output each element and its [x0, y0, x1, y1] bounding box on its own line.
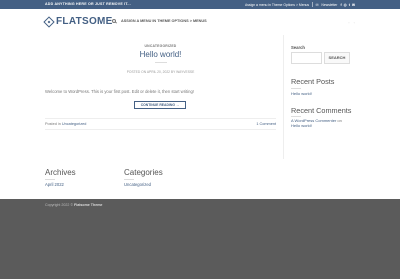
post-meta: POSTED ON APRIL 20, 2022 BY WAYVESSE: [126, 70, 195, 74]
categories-link[interactable]: Uncategorized: [124, 182, 151, 187]
widget-divider: [291, 88, 301, 89]
widget-divider: [291, 116, 301, 117]
sidebar-divider: [283, 35, 284, 159]
search-input[interactable]: [291, 52, 322, 64]
copyright-brand-link[interactable]: Flatsome Theme: [74, 203, 102, 207]
post-footer: Posted in Uncategorized 1 Comment: [45, 118, 276, 130]
top-bar-menu-hint[interactable]: Assign a menu in Theme Options > Menus: [245, 3, 309, 7]
email-icon[interactable]: ✉: [352, 3, 355, 7]
site-logo[interactable]: FLATSOME: [43, 15, 113, 28]
envelope-icon: ✉: [315, 2, 319, 7]
twitter-icon[interactable]: t: [349, 3, 350, 7]
logo-text: FLATSOME: [56, 16, 113, 27]
site-footer: Copyright 2022 © Flatsome Theme: [0, 199, 400, 279]
posted-in: Posted in Uncategorized: [45, 122, 86, 126]
social-icons: f ◎ t ✉: [340, 3, 355, 7]
recent-comments-title: Recent Comments: [291, 106, 352, 115]
divider: [312, 2, 313, 7]
nav-menu-hint[interactable]: ASSIGN A MENU IN THEME OPTIONS > MENUS: [121, 19, 207, 23]
recent-post-link[interactable]: Hello world!: [291, 91, 312, 96]
search-icon[interactable]: [112, 19, 116, 23]
search-label: Search: [291, 45, 305, 50]
title-divider: [155, 62, 167, 63]
facebook-icon[interactable]: f: [340, 3, 341, 7]
archives-link[interactable]: April 2022: [45, 182, 64, 187]
blog-post: UNCATEGORIZED Hello world! POSTED ON APR…: [45, 35, 276, 159]
logo-icon: [43, 15, 55, 28]
comment-post-link[interactable]: Hello world!: [291, 123, 312, 128]
cart-icon[interactable]: ◦: [354, 20, 355, 25]
main-nav: ASSIGN A MENU IN THEME OPTIONS > MENUS: [112, 19, 207, 23]
archives-title: Archives: [45, 168, 76, 177]
top-bar-announcement: ADD ANYTHING HERE OR JUST REMOVE IT...: [45, 2, 131, 6]
categories-title: Categories: [124, 168, 163, 177]
account-icon[interactable]: ◦: [348, 20, 349, 25]
posted-in-category-link[interactable]: Uncategorized: [62, 122, 86, 126]
widget-divider: [45, 179, 55, 180]
comments-link[interactable]: 1 Comment: [256, 122, 276, 126]
posted-in-label: Posted in: [45, 122, 61, 126]
copyright: Copyright 2022 © Flatsome Theme: [45, 203, 102, 207]
header-icons: ◦ ◦: [348, 20, 355, 25]
search-button[interactable]: SEARCH: [324, 52, 350, 64]
recent-comment: A WordPress Commenter on Hello world!: [291, 118, 361, 128]
post-title[interactable]: Hello world!: [45, 50, 276, 59]
top-bar: ADD ANYTHING HERE OR JUST REMOVE IT... A…: [0, 0, 400, 9]
continue-reading-button[interactable]: CONTINUE READING →: [134, 101, 186, 109]
top-bar-right: Assign a menu in Theme Options > Menus ✉…: [245, 2, 355, 7]
post-category[interactable]: UNCATEGORIZED: [45, 44, 276, 48]
comment-on-text: on: [337, 118, 342, 123]
instagram-icon[interactable]: ◎: [344, 3, 347, 7]
main-content: UNCATEGORIZED Hello world! POSTED ON APR…: [0, 35, 400, 159]
site-header: FLATSOME ASSIGN A MENU IN THEME OPTIONS …: [0, 9, 400, 35]
newsletter-link[interactable]: Newsletter: [321, 3, 337, 7]
copyright-prefix: Copyright 2022 ©: [45, 203, 74, 207]
footer-widgets: Archives April 2022 Categories Uncategor…: [0, 159, 400, 199]
widget-divider: [124, 179, 134, 180]
post-excerpt: Welcome to WordPress. This is your first…: [45, 89, 194, 94]
recent-posts-title: Recent Posts: [291, 77, 335, 86]
